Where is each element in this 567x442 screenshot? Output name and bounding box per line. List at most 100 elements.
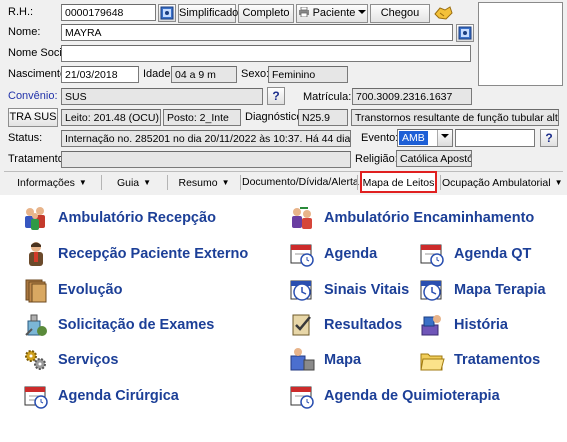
tra-sus-button[interactable]: TRA SUS bbox=[8, 108, 58, 127]
caret-down-icon: ▼ bbox=[78, 178, 87, 187]
sexo-value: Feminino bbox=[268, 66, 348, 83]
evento-label: Evento: bbox=[361, 132, 399, 144]
map-figures-icon bbox=[288, 346, 316, 374]
leito-value: Leito: 201.48 (OCU) bbox=[61, 109, 161, 126]
rh-label: R.H.: bbox=[8, 6, 34, 18]
caret-down-icon: ▼ bbox=[221, 178, 230, 187]
idade-value: 04 a 9 m bbox=[171, 66, 237, 83]
tab-informacoes[interactable]: Informações ▼ bbox=[6, 174, 98, 191]
rh-input[interactable]: 0000179648 bbox=[61, 4, 156, 21]
menu-label: História bbox=[454, 317, 508, 333]
simplificado-button[interactable]: Simplificado bbox=[178, 4, 238, 23]
menu-label: Serviços bbox=[58, 352, 119, 368]
menu-label: Mapa bbox=[324, 352, 362, 368]
menu-label: Agenda de Quimioterapia bbox=[324, 388, 500, 404]
convenio-label[interactable]: Convênio: bbox=[8, 90, 58, 102]
calendar-clock-icon bbox=[288, 276, 316, 304]
paciente-button[interactable]: Paciente bbox=[296, 4, 368, 23]
caret-down-icon: ▼ bbox=[554, 178, 563, 187]
menu-label: Ambulatório Recepção bbox=[58, 210, 216, 226]
calendar-clock-icon bbox=[418, 276, 446, 304]
nome-input[interactable]: MAYRA bbox=[61, 24, 453, 41]
folders-icon bbox=[22, 276, 50, 304]
patient-photo bbox=[478, 2, 563, 86]
nome-social-input[interactable] bbox=[61, 45, 471, 62]
menu-historia[interactable]: História bbox=[418, 310, 508, 340]
patient-person-icon bbox=[22, 240, 50, 268]
menu-agenda-qt[interactable]: Agenda QT bbox=[418, 239, 531, 269]
menu-evolucao[interactable]: Evolução bbox=[22, 275, 122, 305]
menu-mapa-terapia[interactable]: Mapa Terapia bbox=[418, 275, 546, 305]
chevron-down-icon bbox=[358, 10, 367, 14]
referral-icon bbox=[288, 204, 316, 232]
menu-label: Agenda bbox=[324, 246, 378, 262]
menu-label: Agenda QT bbox=[454, 246, 532, 262]
gears-icon bbox=[22, 346, 50, 374]
religiao-label: Religião: bbox=[355, 153, 398, 165]
menu-mapa[interactable]: Mapa bbox=[288, 345, 361, 375]
menu-label: Ambulatório Encaminhamento bbox=[324, 210, 535, 226]
matricula-label: Matrícula: bbox=[303, 91, 352, 103]
menu-label: Mapa Terapia bbox=[454, 282, 546, 298]
menu-label: Evolução bbox=[58, 282, 123, 298]
tab-guia[interactable]: Guia ▼ bbox=[104, 174, 164, 191]
tab-resumo[interactable]: Resumo ▼ bbox=[170, 174, 238, 191]
module-menu: Ambulatório Recepção Recepção Paciente E… bbox=[0, 195, 567, 442]
calendar-clock-icon bbox=[418, 240, 446, 268]
menu-tratamentos[interactable]: Tratamentos bbox=[418, 345, 540, 375]
menu-label: Solicitação de Exames bbox=[58, 317, 215, 333]
menu-label: Resultados bbox=[324, 317, 403, 333]
tratamento-value bbox=[61, 151, 351, 168]
menu-label: Agenda Cirúrgica bbox=[58, 388, 179, 404]
chevron-down-icon[interactable] bbox=[437, 130, 452, 146]
tab-mapa-de-leitos[interactable]: Mapa de Leitos bbox=[360, 171, 437, 193]
nome-card-button[interactable] bbox=[456, 24, 474, 42]
printer-icon bbox=[298, 6, 309, 18]
nascimento-input[interactable]: 21/03/2018 bbox=[61, 66, 139, 83]
id-card-icon bbox=[458, 26, 472, 40]
completo-button[interactable]: Completo bbox=[238, 4, 294, 23]
evento-select[interactable]: AMB bbox=[397, 129, 453, 147]
status-value: Internação no. 285201 no dia 20/11/2022 … bbox=[61, 130, 351, 147]
diagnostico-label: Diagnóstico: bbox=[245, 111, 306, 123]
menu-label: Recepção Paciente Externo bbox=[58, 246, 249, 262]
menu-solicitacao-de-exames[interactable]: Solicitação de Exames bbox=[22, 310, 214, 340]
chegou-button[interactable]: Chegou bbox=[370, 4, 430, 23]
convenio-help-button[interactable]: ? bbox=[267, 87, 285, 105]
folder-open-icon bbox=[418, 346, 446, 374]
calendar-clock-icon bbox=[288, 382, 316, 410]
menu-label: Tratamentos bbox=[454, 352, 541, 368]
idade-label: Idade: bbox=[143, 68, 174, 80]
diagnostico-code: N25.9 bbox=[298, 109, 348, 126]
menu-agenda[interactable]: Agenda bbox=[288, 239, 377, 269]
nome-label: Nome: bbox=[8, 26, 41, 38]
menu-sinais-vitais[interactable]: Sinais Vitais bbox=[288, 275, 409, 305]
menu-agenda-cirurgica[interactable]: Agenda Cirúrgica bbox=[22, 381, 179, 411]
handshake-button[interactable] bbox=[433, 4, 455, 23]
clipboard-check-icon bbox=[288, 311, 316, 339]
religiao-value: Católica Apostólica bbox=[396, 150, 472, 167]
posto-value: Posto: 2_Inte bbox=[163, 109, 241, 126]
menu-label: Sinais Vitais bbox=[324, 282, 410, 298]
menu-agenda-de-quimioterapia[interactable]: Agenda de Quimioterapia bbox=[288, 381, 500, 411]
menu-ambulatorio-encaminhamento[interactable]: Ambulatório Encaminhamento bbox=[288, 203, 534, 233]
evento-help-button[interactable]: ? bbox=[540, 129, 558, 147]
search-patient-icon bbox=[160, 6, 174, 20]
menu-resultados[interactable]: Resultados bbox=[288, 310, 402, 340]
people-group-icon bbox=[22, 204, 50, 232]
convenio-value: SUS bbox=[61, 88, 263, 105]
tab-ocupacao-ambulatorial[interactable]: Ocupação Ambulatorial ▼ bbox=[442, 174, 563, 191]
evento-text-input[interactable] bbox=[455, 129, 535, 147]
menu-ambulatorio-recepcao[interactable]: Ambulatório Recepção bbox=[22, 203, 216, 233]
paciente-label: Paciente bbox=[312, 7, 356, 19]
rh-lookup-button[interactable] bbox=[158, 4, 176, 22]
tab-documento-divida-alerta[interactable]: Documento/Dívida/Alerta bbox=[242, 174, 359, 191]
matricula-value: 700.3009.2316.1637 bbox=[352, 88, 472, 105]
diagnostico-text: Transtornos resultante de função tubular… bbox=[351, 109, 559, 126]
menu-recepcao-paciente-externo[interactable]: Recepção Paciente Externo bbox=[22, 239, 248, 269]
handshake-icon bbox=[434, 6, 453, 20]
history-stack-icon bbox=[418, 311, 446, 339]
menu-servicos[interactable]: Serviços bbox=[22, 345, 118, 375]
calendar-clock-icon bbox=[22, 382, 50, 410]
tab-bar: Informações ▼ Guia ▼ Resumo ▼ Documento/Dív… bbox=[4, 171, 563, 193]
